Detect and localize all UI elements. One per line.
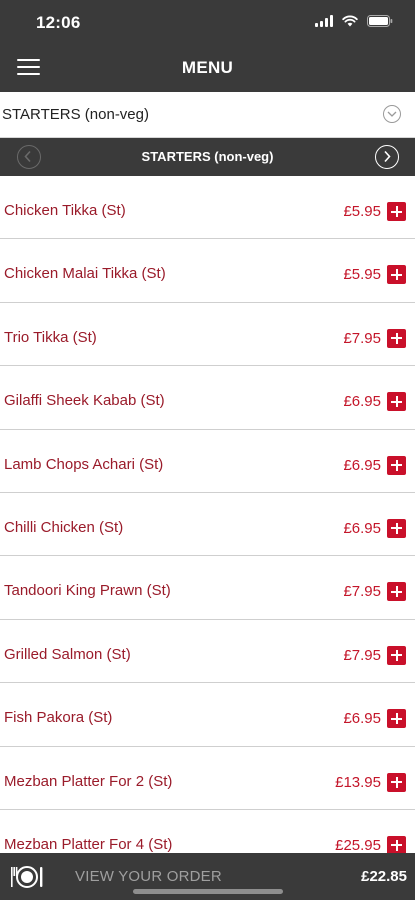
menu-item-price: £7.95 (343, 646, 381, 664)
menu-item-name: Fish Pakora (St) (4, 709, 113, 727)
menu-item-price: £6.95 (343, 456, 381, 474)
chevron-down-icon (383, 105, 401, 123)
menu-item[interactable]: Trio Tikka (St) £7.95 (0, 302, 415, 367)
menu-item-name: Tandoori King Prawn (St) (4, 582, 171, 600)
menu-item[interactable]: Mezban Platter For 2 (St) £13.95 (0, 746, 415, 810)
menu-item-name: Trio Tikka (St) (4, 328, 97, 346)
menu-item-name: Mezban Platter For 4 (St) (4, 835, 173, 853)
menu-item-price: £7.95 (343, 583, 381, 601)
status-bar: 12:06 (0, 0, 415, 44)
add-item-button[interactable] (387, 582, 406, 602)
menu-item-price: £5.95 (343, 266, 381, 284)
page-title: MENU (181, 58, 234, 77)
chevron-right-icon (384, 150, 391, 163)
next-category-button[interactable] (375, 145, 399, 169)
home-indicator (133, 889, 283, 894)
menu-item-name: Chilli Chicken (St) (4, 518, 124, 536)
add-item-button[interactable] (387, 645, 406, 665)
nav-bar: MENU (0, 44, 415, 92)
menu-item-name: Grilled Salmon (St) (4, 645, 131, 663)
menu-item-name: Chicken Malai Tikka (St) (4, 265, 166, 283)
status-icons (315, 15, 393, 27)
menu-item[interactable]: Chicken Malai Tikka (St) £5.95 (0, 239, 415, 303)
status-time: 12:06 (36, 13, 81, 32)
add-item-button[interactable] (387, 455, 406, 475)
menu-item-name: Gilaffi Sheek Kabab (St) (4, 392, 165, 410)
category-dropdown-value: STARTERS (non-veg) (2, 106, 149, 123)
menu-item-price: £6.95 (343, 393, 381, 411)
add-item-button[interactable] (387, 709, 406, 729)
category-nav: STARTERS (non-veg) (0, 138, 415, 176)
menu-item-name: Chicken Tikka (St) (4, 202, 126, 219)
menu-item[interactable]: Lamb Chops Achari (St) £6.95 (0, 429, 415, 493)
menu-item[interactable]: Chicken Tikka (St) £5.95 (0, 176, 415, 240)
battery-icon (367, 15, 393, 27)
signal-icon (315, 15, 333, 27)
menu-item-price: £13.95 (335, 773, 381, 791)
menu-item-name: Mezban Platter For 2 (St) (4, 772, 173, 790)
add-item-button[interactable] (387, 772, 406, 792)
menu-item[interactable]: Chilli Chicken (St) £6.95 (0, 492, 415, 557)
wifi-icon (342, 15, 358, 27)
view-order-label: VIEW YOUR ORDER (75, 868, 222, 885)
menu-item[interactable]: Gilaffi Sheek Kabab (St) £6.95 (0, 366, 415, 430)
menu-item[interactable]: Grilled Salmon (St) £7.95 (0, 619, 415, 684)
menu-item[interactable]: Fish Pakora (St) £6.95 (0, 683, 415, 747)
menu-item-price: £6.95 (343, 710, 381, 728)
category-dropdown[interactable]: STARTERS (non-veg) (0, 92, 415, 138)
menu-item-price: £5.95 (343, 203, 381, 220)
plate-cutlery-icon (10, 865, 44, 894)
menu-item-price: £6.95 (343, 519, 381, 537)
add-item-button[interactable] (387, 265, 406, 285)
menu-list: Chicken Tikka (St) £5.95 Chicken Malai T… (0, 176, 415, 874)
menu-item-price: £25.95 (335, 836, 381, 854)
order-total: £22.85 (361, 868, 407, 885)
add-item-button[interactable] (387, 328, 406, 348)
add-item-button[interactable] (387, 392, 406, 412)
menu-item-price: £7.95 (343, 329, 381, 347)
add-item-button[interactable] (387, 518, 406, 538)
menu-item[interactable]: Tandoori King Prawn (St) £7.95 (0, 556, 415, 620)
category-title: STARTERS (non-veg) (141, 149, 274, 164)
menu-item-name: Lamb Chops Achari (St) (4, 455, 164, 473)
add-item-button[interactable] (387, 202, 406, 221)
